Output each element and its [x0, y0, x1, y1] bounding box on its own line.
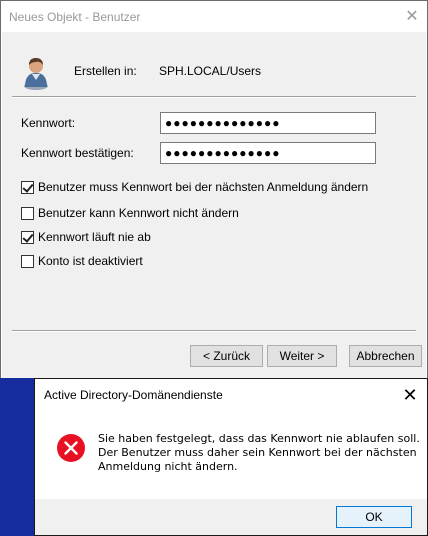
- close-icon[interactable]: ✕: [402, 7, 422, 27]
- create-in-value: SPH.LOCAL/Users: [159, 64, 262, 78]
- message-line: Anmeldung nicht ändern.: [98, 460, 238, 473]
- window-title: Neues Objekt - Benutzer: [9, 10, 141, 24]
- message-content: Sie haben festgelegt, dass das Kennwort …: [35, 411, 427, 499]
- create-in-label: Erstellen in:: [74, 64, 137, 78]
- close-icon[interactable]: ✕: [401, 385, 419, 405]
- message-line: Der Benutzer muss daher sein Kennwort be…: [98, 446, 417, 459]
- ok-button[interactable]: OK: [336, 506, 412, 528]
- error-icon: [57, 434, 85, 462]
- title-bar: Neues Objekt - Benutzer ✕: [2, 2, 426, 32]
- checkbox-label: Konto ist deaktiviert: [38, 254, 143, 268]
- checkbox-label: Benutzer muss Kennwort bei der nächsten …: [38, 180, 369, 194]
- option-cannot-change-password[interactable]: Benutzer kann Kennwort nicht ändern: [21, 205, 239, 221]
- confirm-password-input[interactable]: ●●●●●●●●●●●●●●: [160, 142, 376, 164]
- message-text: Sie haben festgelegt, dass das Kennwort …: [98, 432, 420, 474]
- message-title: Active Directory-Domänendienste: [44, 388, 223, 402]
- checkbox[interactable]: [21, 180, 34, 194]
- checkbox-label: Benutzer kann Kennwort nicht ändern: [38, 206, 239, 220]
- checkbox[interactable]: [21, 254, 34, 268]
- password-label: Kennwort:: [21, 116, 76, 130]
- separator: [12, 330, 416, 332]
- next-button[interactable]: Weiter >: [267, 345, 337, 367]
- message-title-bar: Active Directory-Domänendienste ✕: [35, 379, 427, 411]
- password-input[interactable]: ●●●●●●●●●●●●●●: [160, 112, 376, 134]
- message-line: Sie haben festgelegt, dass das Kennwort …: [98, 432, 420, 445]
- back-button[interactable]: < Zurück: [190, 345, 263, 367]
- cancel-button[interactable]: Abbrechen: [349, 345, 422, 367]
- checkbox[interactable]: [21, 206, 34, 220]
- message-box: Active Directory-Domänendienste ✕ Sie ha…: [34, 378, 428, 536]
- checkbox[interactable]: [21, 230, 34, 244]
- user-icon: [24, 58, 48, 90]
- background-strip: [0, 378, 34, 536]
- option-account-disabled[interactable]: Konto ist deaktiviert: [21, 253, 143, 269]
- separator: [12, 96, 416, 98]
- confirm-password-label: Kennwort bestätigen:: [21, 146, 134, 160]
- option-password-never-expires[interactable]: Kennwort läuft nie ab: [21, 229, 151, 245]
- checkbox-label: Kennwort läuft nie ab: [38, 230, 151, 244]
- option-must-change-password[interactable]: Benutzer muss Kennwort bei der nächsten …: [21, 179, 368, 195]
